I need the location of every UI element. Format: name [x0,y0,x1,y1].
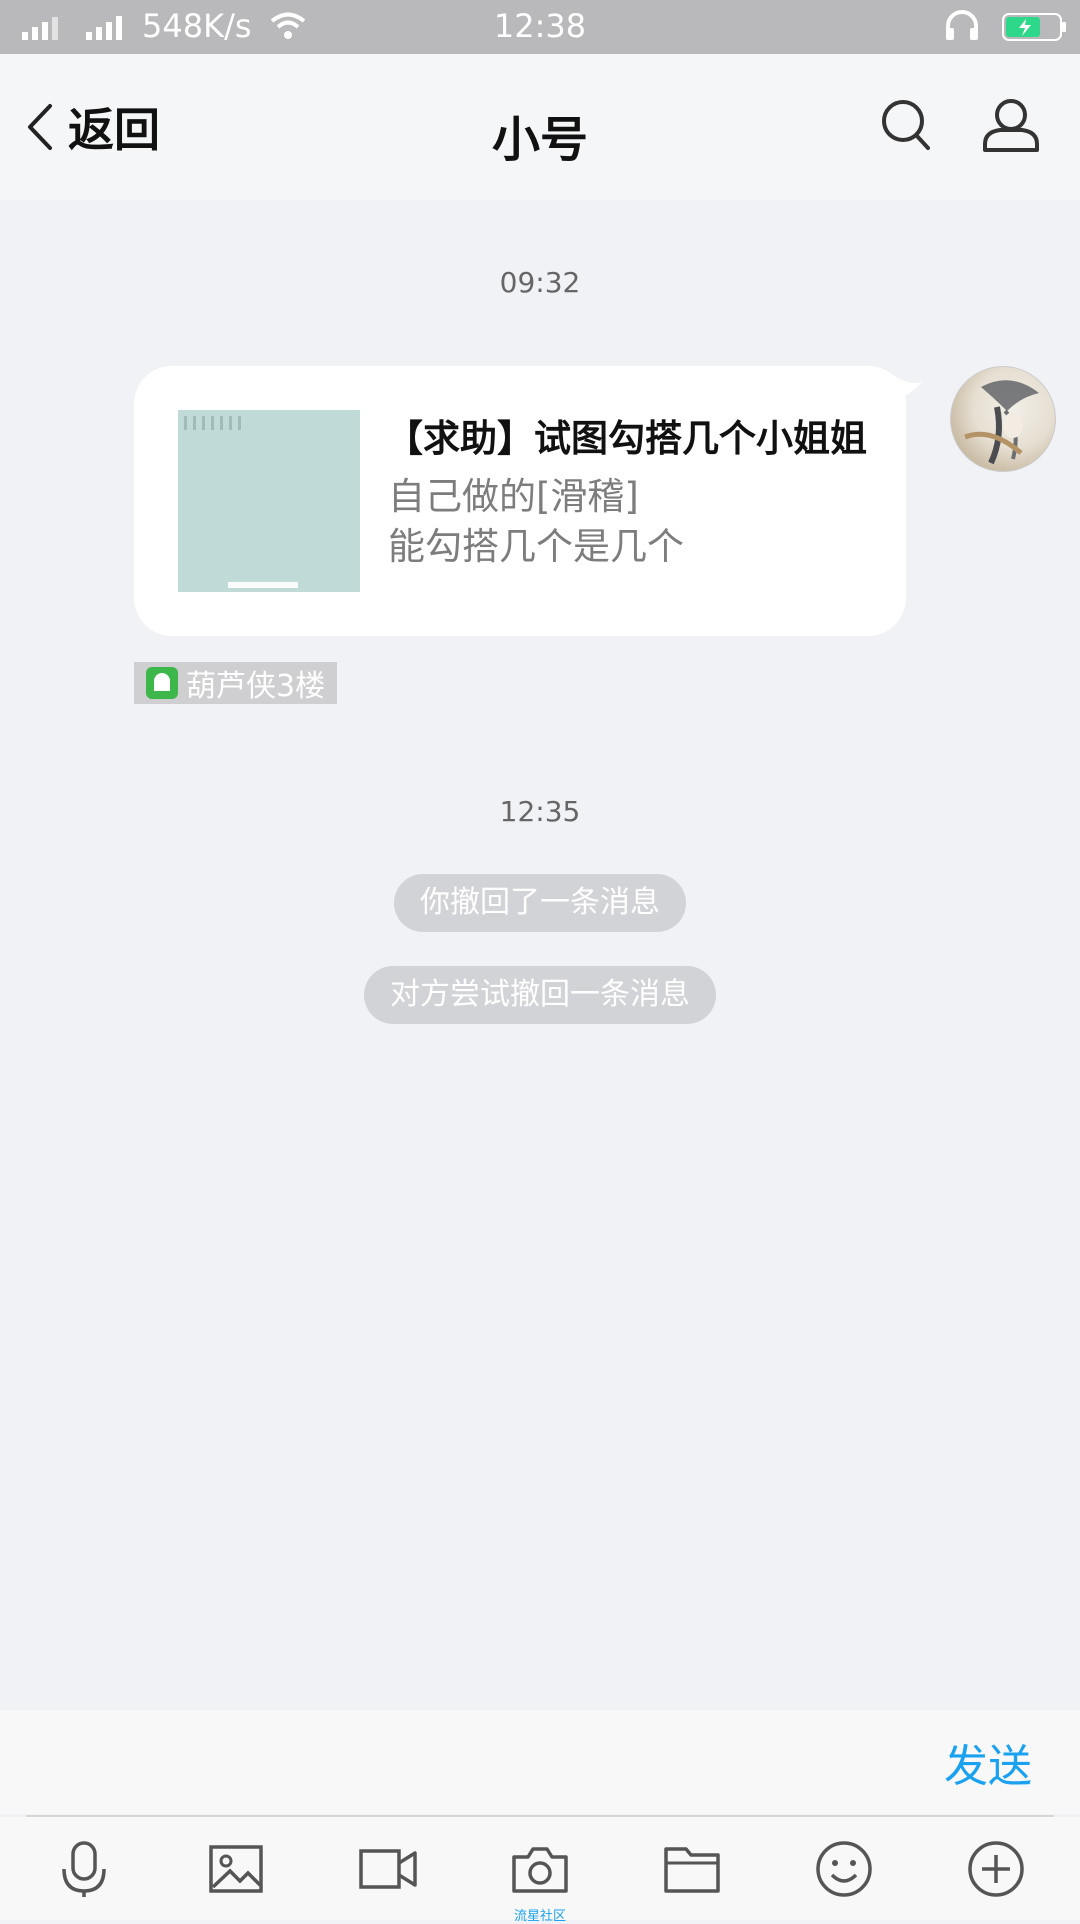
headphone-icon [946,10,978,40]
post-title: 【求助】试图勾搭几个小姐姐 [386,417,867,460]
member-title-tag[interactable]: 葫芦侠3楼 [134,662,338,704]
post-thumbnail [178,410,360,592]
image-icon[interactable] [206,1839,266,1899]
search-icon[interactable] [880,98,932,154]
avatar[interactable] [950,366,1056,472]
shared-post-message[interactable]: 【求助】试图勾搭几个小姐姐 自己做的[滑稽] 能勾搭几个是几个 [134,366,906,636]
profile-icon[interactable] [982,98,1040,154]
input-bar: 发送 [0,1710,1080,1814]
system-notice: 你撤回了一条消息 [394,874,686,932]
status-bar: 548K/s 12:38 [0,0,1080,54]
plus-icon[interactable] [966,1839,1026,1899]
camera-caption: 流星社区 [513,1909,566,1924]
message-input[interactable] [24,1720,908,1806]
input-toolbar: 流星社区 [0,1817,1080,1924]
navigation-bar: 返回 小号 [0,54,1080,200]
folder-icon[interactable] [662,1839,722,1899]
member-title-label: 葫芦侠3楼 [186,669,326,704]
battery-icon [1002,13,1066,41]
avatar-illustration [964,380,1039,465]
video-icon[interactable] [358,1839,418,1899]
chat-title-badge-icon [146,667,178,699]
message-timestamp: 09:32 [499,266,581,299]
camera-icon[interactable] [510,1839,570,1899]
microphone-icon[interactable] [54,1839,114,1899]
send-button[interactable]: 发送 [944,1730,1032,1794]
message-timestamp: 12:35 [499,795,581,828]
post-description-line: 自己做的[滑稽] [388,475,639,518]
post-description-line: 能勾搭几个是几个 [388,525,684,568]
status-time: 12:38 [493,7,587,45]
system-notice: 对方尝试撤回一条消息 [364,966,716,1024]
emoji-icon[interactable] [814,1839,874,1899]
